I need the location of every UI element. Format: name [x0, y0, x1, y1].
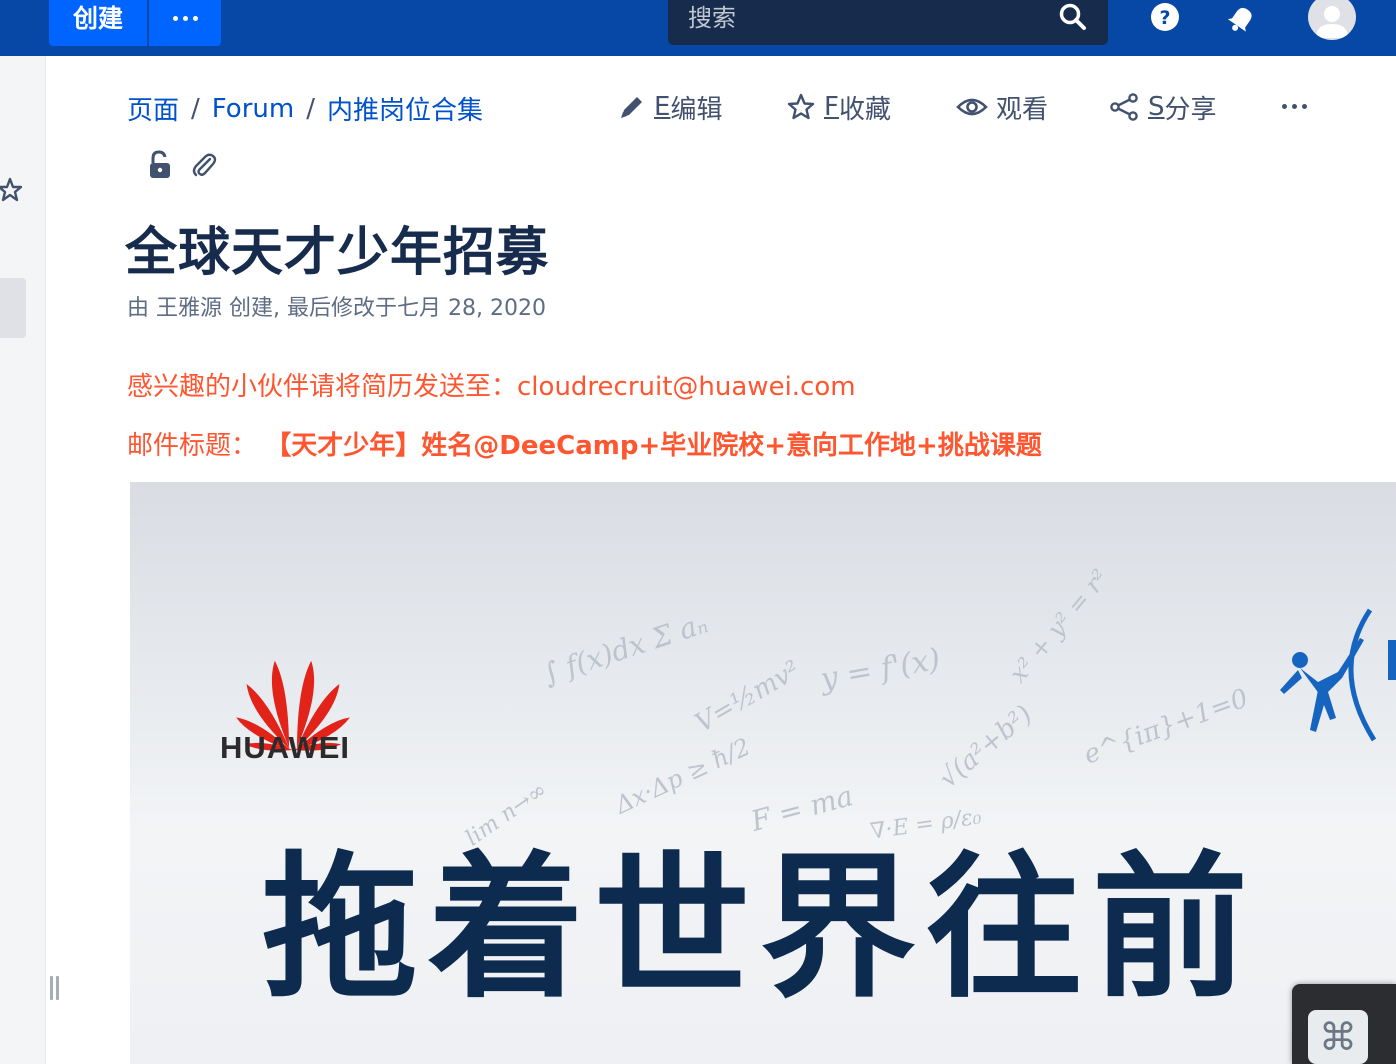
climber-logo: [1280, 608, 1396, 742]
search-icon[interactable]: [1058, 2, 1088, 32]
help-icon[interactable]: ?: [1150, 2, 1180, 32]
favorite-label: 收藏: [838, 94, 891, 125]
page-byline: 由 王雅源 创建, 最后修改于七月 28, 2020: [127, 296, 546, 321]
contact-prefix: 感兴趣的小伙伴请将简历发送至：: [127, 372, 518, 402]
poster-slogan: 拖着世界往前: [262, 837, 1258, 1019]
subject-value: 【天才少年】姓名@DeeCamp+毕业院校+意向工作地+挑战课题: [265, 431, 1042, 461]
floating-app-widget[interactable]: ⌘: [1292, 984, 1396, 1064]
poster-background-formula: F = ma: [747, 779, 857, 838]
favorite-shortcut-key: F: [824, 92, 839, 122]
more-actions-button[interactable]: [1282, 104, 1307, 109]
sidebar-collapse-handle[interactable]: [0, 278, 26, 338]
watch-label: 观看: [996, 94, 1049, 125]
svg-text:?: ?: [1159, 7, 1170, 29]
breadcrumb: 页面 / Forum / 内推岗位合集: [127, 90, 483, 127]
watch-button[interactable]: 观看: [956, 89, 1048, 126]
more-dots-icon: [172, 15, 198, 21]
poster-background-formula: y = f'(x): [817, 641, 943, 698]
search-input[interactable]: [688, 2, 1048, 34]
breadcrumb-referral-link[interactable]: 内推岗位合集: [327, 90, 483, 127]
notifications-icon[interactable]: [1226, 2, 1258, 36]
share-icon: [1110, 93, 1138, 121]
breadcrumb-separator: /: [191, 93, 200, 124]
pencil-icon: [621, 97, 642, 118]
edit-label: 编辑: [670, 94, 723, 125]
edit-shortcut-key: E: [654, 92, 671, 122]
page-title: 全球天才少年招募: [125, 223, 550, 283]
attachment-paperclip-icon[interactable]: [190, 150, 218, 180]
huawei-wordmark: HUAWEI: [220, 730, 350, 765]
create-button-label: 创建: [72, 4, 123, 33]
create-button-group: 创建: [49, 0, 221, 46]
unlocked-padlock-icon[interactable]: [146, 150, 174, 180]
search-box: [668, 0, 1108, 45]
avatar-person-icon: [1316, 6, 1348, 38]
page-status-icons: [146, 150, 218, 180]
subject-prefix: 邮件标题：: [127, 431, 258, 461]
share-shortcut-key: S: [1148, 92, 1165, 122]
create-button[interactable]: 创建: [49, 0, 147, 46]
poster-background-formula: e^{iπ}+1=0: [1080, 683, 1253, 771]
top-navigation-bar: 创建 ?: [0, 0, 1396, 56]
breadcrumb-forum-link[interactable]: Forum: [212, 94, 294, 124]
create-more-button[interactable]: [149, 0, 221, 46]
edit-button[interactable]: E 编辑: [618, 89, 722, 126]
breadcrumb-pages-link[interactable]: 页面: [127, 90, 179, 127]
eye-icon: [956, 98, 988, 116]
more-actions-icon: [1282, 104, 1307, 109]
user-avatar[interactable]: [1308, 0, 1356, 40]
contact-line: 感兴趣的小伙伴请将简历发送至：cloudrecruit@huawei.com: [127, 366, 856, 403]
sidebar-star-icon[interactable]: [0, 176, 26, 204]
email-subject-line: 邮件标题： 【天才少年】姓名@DeeCamp+毕业院校+意向工作地+挑战课题: [127, 425, 1042, 462]
poster-background-formula: ∫ f(x)dx Σ aₙ: [539, 606, 712, 691]
star-icon: [787, 93, 815, 120]
share-button[interactable]: S 分享: [1108, 89, 1217, 126]
poster-background-formula: Δx·Δp ≥ ħ/2: [610, 732, 755, 820]
poster-background-formula: √(a²+b²): [933, 699, 1039, 795]
share-label: 分享: [1164, 94, 1217, 125]
contact-email: cloudrecruit@huawei.com: [517, 372, 856, 402]
poster-background-formula: V=½mv²: [690, 655, 806, 739]
favorite-button[interactable]: F 收藏: [786, 89, 891, 126]
command-key-icon: ⌘: [1308, 1010, 1368, 1064]
recruitment-poster-image: ∫ f(x)dx Σ aₙ V=½mv² y = f'(x) √(a²+b²) …: [130, 482, 1396, 1064]
breadcrumb-separator: /: [306, 93, 315, 124]
left-sidebar: [0, 56, 46, 1064]
poster-background-formula: x² + y² = r²: [1003, 564, 1115, 688]
sidebar-resize-grip[interactable]: [50, 976, 60, 1000]
